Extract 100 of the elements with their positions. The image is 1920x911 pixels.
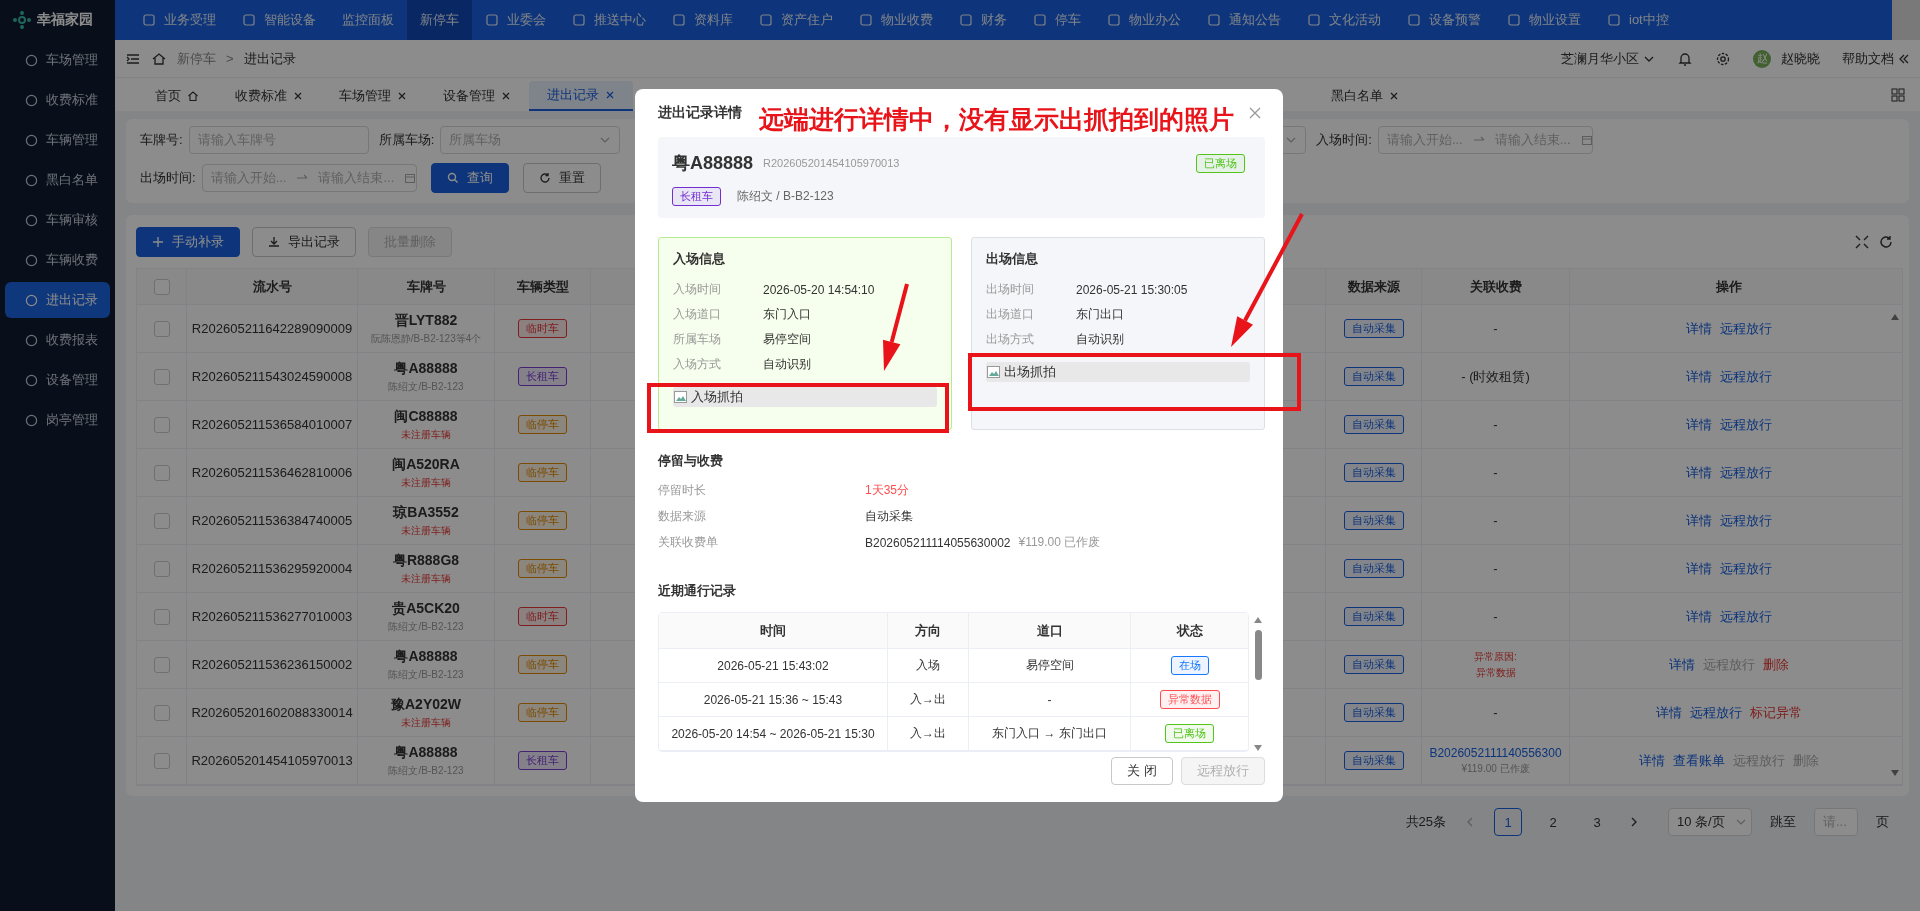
action-link[interactable]: 详情 <box>1656 703 1682 722</box>
top-nav-item[interactable]: iot中控 <box>1594 0 1682 40</box>
double-chevron-left-icon[interactable] <box>1898 52 1910 65</box>
time-cell: 2026-05-21 15:43:02 <box>717 658 829 673</box>
row-checkbox[interactable] <box>153 656 170 673</box>
action-link[interactable]: 远程放行 <box>1690 703 1742 722</box>
close-button[interactable]: 关 闭 <box>1111 757 1173 785</box>
action-link[interactable]: 详情 <box>1686 367 1712 386</box>
close-icon[interactable] <box>397 91 407 101</box>
circle-icon <box>25 333 38 347</box>
page-number[interactable]: 1 <box>1494 808 1522 836</box>
close-icon[interactable] <box>501 91 511 101</box>
bell-icon[interactable] <box>1677 50 1693 67</box>
row-checkbox[interactable] <box>153 704 170 721</box>
action-link[interactable]: 删除 <box>1763 655 1789 674</box>
top-nav-item[interactable]: 资料库 <box>659 0 746 40</box>
triangle-down-icon[interactable] <box>1253 744 1263 752</box>
action-link[interactable]: 标记异常 <box>1750 703 1802 722</box>
reset-button[interactable]: 重置 <box>522 163 601 193</box>
row-checkbox[interactable] <box>153 512 170 529</box>
top-nav-item[interactable]: 停车 <box>1020 0 1094 40</box>
action-link[interactable]: 详情 <box>1686 319 1712 338</box>
toolbar-button[interactable]: 手动补录 <box>136 227 240 257</box>
action-link[interactable]: 远程放行 <box>1720 367 1772 386</box>
refresh-icon[interactable] <box>1879 235 1893 249</box>
scrollbar-thumb[interactable] <box>1254 630 1262 680</box>
row-checkbox[interactable] <box>153 464 170 481</box>
page-tab[interactable]: 首页 <box>137 81 217 111</box>
action-link[interactable]: 远程放行 <box>1720 607 1772 626</box>
settings-icon[interactable] <box>1715 50 1731 67</box>
action-link[interactable]: 查看账单 <box>1673 751 1725 770</box>
community-selector[interactable]: 芝澜月华小区 <box>1561 49 1655 68</box>
action-link[interactable]: 远程放行 <box>1720 319 1772 338</box>
top-nav-item[interactable]: 资产住户 <box>746 0 846 40</box>
top-nav-item[interactable]: 物业设置 <box>1494 0 1594 40</box>
action-link[interactable]: 详情 <box>1639 751 1665 770</box>
top-nav-item[interactable]: 新停车 <box>407 0 472 40</box>
bill-link[interactable]: B2026052111140556300 <box>1429 745 1562 760</box>
compress-icon[interactable] <box>1855 235 1869 249</box>
action-link[interactable]: 详情 <box>1686 559 1712 578</box>
help-docs-link[interactable]: 帮助文档 <box>1842 49 1894 68</box>
top-nav-item[interactable]: 通知公告 <box>1194 0 1294 40</box>
page-number[interactable]: 2 <box>1540 809 1566 835</box>
page-number[interactable]: 3 <box>1584 809 1610 835</box>
user-avatar[interactable]: 赵 <box>1753 49 1771 68</box>
toolbar-button[interactable]: 导出记录 <box>252 227 356 257</box>
triangle-up-icon[interactable] <box>1253 616 1263 624</box>
top-nav-item[interactable]: 物业办公 <box>1094 0 1194 40</box>
sidebar-item[interactable]: 收费报表 <box>5 322 110 358</box>
action-link[interactable]: 远程放行 <box>1720 559 1772 578</box>
action-link[interactable]: 详情 <box>1686 511 1712 530</box>
row-checkbox[interactable] <box>153 320 170 337</box>
breadcrumb-item[interactable]: 新停车 <box>177 49 216 68</box>
action-link[interactable]: 远程放行 <box>1720 463 1772 482</box>
action-link[interactable]: 远程放行 <box>1720 511 1772 530</box>
row-checkbox[interactable] <box>153 608 170 625</box>
row-checkbox[interactable] <box>153 560 170 577</box>
page-tab[interactable]: 车场管理 <box>321 81 425 111</box>
top-nav-item[interactable]: 业委会 <box>472 0 559 40</box>
top-nav-item[interactable]: 业务受理 <box>129 0 229 40</box>
page-tab[interactable]: 黑白名单 <box>1313 81 1417 111</box>
sidebar-item[interactable]: 车场管理 <box>5 42 110 78</box>
top-nav-item[interactable]: 智能设备 <box>229 0 329 40</box>
search-button[interactable]: 查询 <box>430 163 509 193</box>
row-checkbox[interactable] <box>153 752 170 769</box>
page-size-select[interactable]: 10 条/页 <box>1668 808 1752 836</box>
row-checkbox[interactable] <box>153 416 170 433</box>
close-icon[interactable] <box>1389 91 1399 101</box>
sidebar-item[interactable]: 车辆收费 <box>5 242 110 278</box>
top-nav-item[interactable]: 推送中心 <box>559 0 659 40</box>
action-link[interactable]: 详情 <box>1686 415 1712 434</box>
sidebar-item[interactable]: 黑白名单 <box>5 162 110 198</box>
top-nav-item[interactable]: 设备预警 <box>1394 0 1494 40</box>
grid-icon[interactable] <box>1890 87 1906 103</box>
close-icon[interactable] <box>1248 106 1262 120</box>
triangle-up-icon[interactable] <box>1889 313 1900 321</box>
top-nav-item[interactable]: 财务 <box>946 0 1020 40</box>
sidebar-item[interactable]: 进出记录 <box>5 282 110 318</box>
triangle-down-icon[interactable] <box>1889 769 1900 777</box>
sidebar-item[interactable]: 岗亭管理 <box>5 402 110 438</box>
action-link[interactable]: 详情 <box>1669 655 1695 674</box>
top-nav-item[interactable]: 物业收费 <box>846 0 946 40</box>
user-name[interactable]: 赵晓晓 <box>1781 49 1820 68</box>
select-all-checkbox[interactable] <box>153 278 170 295</box>
action-link[interactable]: 详情 <box>1686 463 1712 482</box>
calendar-icon <box>1580 134 1593 146</box>
page-tab[interactable]: 设备管理 <box>425 81 529 111</box>
page-tab[interactable]: 进出记录 <box>529 81 633 111</box>
sidebar-item[interactable]: 车辆管理 <box>5 122 110 158</box>
sidebar-item[interactable]: 设备管理 <box>5 362 110 398</box>
sidebar-item[interactable]: 收费标准 <box>5 82 110 118</box>
row-checkbox[interactable] <box>153 368 170 385</box>
action-link[interactable]: 远程放行 <box>1720 415 1772 434</box>
sidebar-item[interactable]: 车辆审核 <box>5 202 110 238</box>
close-icon[interactable] <box>605 90 615 100</box>
top-nav-item[interactable]: 监控面板 <box>329 0 407 40</box>
top-nav-item[interactable]: 文化活动 <box>1294 0 1394 40</box>
action-link[interactable]: 详情 <box>1686 607 1712 626</box>
close-icon[interactable] <box>293 91 303 101</box>
page-tab[interactable]: 收费标准 <box>217 81 321 111</box>
